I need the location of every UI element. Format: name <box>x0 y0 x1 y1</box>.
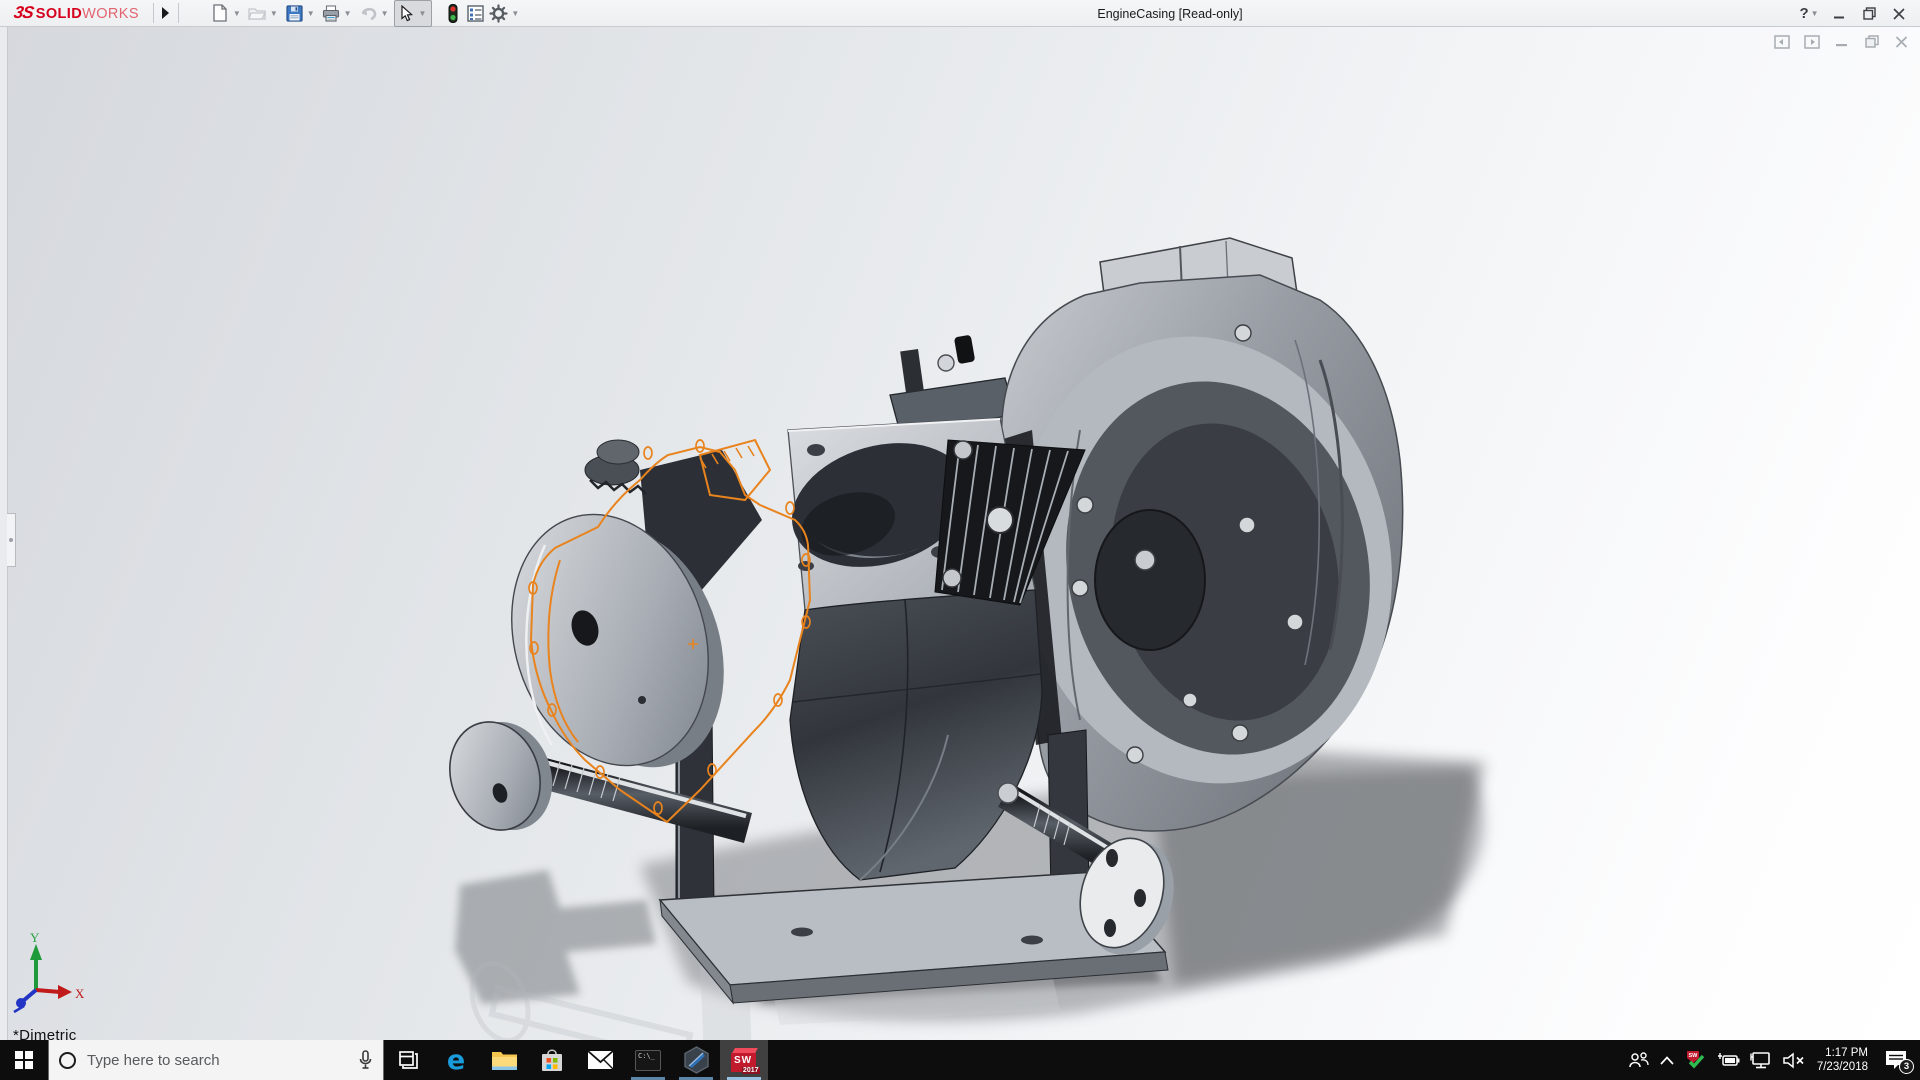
help-icon: ? <box>1799 5 1809 22</box>
hexagon-tool-icon <box>683 1046 709 1074</box>
command-prompt-icon: C:\_ <box>635 1049 661 1071</box>
dropdown-arrow-icon[interactable]: ▼ <box>419 9 427 18</box>
volume-muted-icon <box>1783 1051 1804 1069</box>
clock-time: 1:17 PM <box>1825 1047 1868 1059</box>
clock-date: 7/23/2018 <box>1816 1061 1868 1073</box>
cortana-icon <box>59 1051 76 1069</box>
notification-badge: 3 <box>1899 1059 1914 1074</box>
screen: 3S SOLID WORKS ▼ ▼ ▼ ▼ ▼ ▼ ▼ EngineCasin… <box>0 0 1920 1080</box>
restore-button[interactable] <box>1854 1 1884 27</box>
system-tray: SW 1:17 PM 7/23/2018 3 <box>1623 1040 1920 1080</box>
toolbar-separator <box>152 3 154 23</box>
print-icon <box>321 3 342 24</box>
minimize-button[interactable] <box>1824 1 1854 27</box>
restore-icon <box>1862 7 1876 20</box>
properties-list-icon <box>465 3 486 24</box>
people-button[interactable] <box>1623 1040 1655 1080</box>
help-button[interactable]: ? ▼ <box>1794 1 1824 27</box>
flyout-arrow-icon <box>162 7 170 19</box>
orientation-triad[interactable]: Y X <box>13 930 85 1014</box>
windows-logo-icon <box>15 1051 33 1069</box>
taskbar-search-box[interactable] <box>48 1040 384 1080</box>
dropdown-arrow-icon[interactable]: ▼ <box>344 9 352 18</box>
properties-button[interactable] <box>464 1 487 26</box>
new-document-icon <box>210 3 231 24</box>
document-title: EngineCasing [Read-only] <box>1097 6 1243 21</box>
solidworks-2017-button[interactable]: SW 2017 <box>720 1040 768 1080</box>
triad-y-label: Y <box>30 930 40 945</box>
dropdown-arrow-icon[interactable]: ▼ <box>270 9 278 18</box>
minimize-icon <box>1834 16 1844 18</box>
command-prompt-button[interactable]: C:\_ <box>624 1040 672 1080</box>
save-button[interactable]: ▼ <box>283 1 320 26</box>
power-button[interactable] <box>1711 1040 1745 1080</box>
undo-button[interactable]: ▼ <box>357 1 394 26</box>
power-battery-icon <box>1717 1053 1740 1066</box>
solidworks-logo-text-bold: SOLID <box>35 6 83 22</box>
hexagon-tool-button[interactable] <box>672 1040 720 1080</box>
edge-button[interactable]: e <box>432 1040 480 1080</box>
select-cursor-icon <box>396 3 417 24</box>
undo-icon <box>358 3 379 24</box>
title-bar: 3S SOLID WORKS ▼ ▼ ▼ ▼ ▼ ▼ ▼ EngineCasin… <box>0 0 1920 27</box>
graphics-viewport[interactable]: Y X *Dimetric <box>0 27 1920 1044</box>
solidworks-status-icon: SW <box>1686 1051 1705 1069</box>
print-button[interactable]: ▼ <box>320 1 357 26</box>
menu-flyout-arrow-button[interactable] <box>158 3 174 23</box>
file-explorer-icon <box>491 1052 517 1070</box>
chevron-up-icon <box>1660 1055 1674 1065</box>
dropdown-arrow-icon[interactable]: ▼ <box>233 9 241 18</box>
open-folder-icon <box>247 3 268 24</box>
sw-cube-year: 2017 <box>741 1067 760 1074</box>
windows-taskbar: e C:\_ SW 2017 <box>0 1040 1920 1080</box>
start-button[interactable] <box>0 1040 48 1080</box>
task-view-button[interactable] <box>384 1040 432 1080</box>
select-tool-button[interactable]: ▼ <box>393 0 433 27</box>
microphone-icon[interactable] <box>358 1050 373 1070</box>
solidworks-status-button[interactable]: SW <box>1679 1040 1711 1080</box>
quick-access-toolbar: ▼ ▼ ▼ ▼ ▼ ▼ ▼ <box>209 0 524 27</box>
edge-icon: e <box>446 1044 466 1076</box>
dropdown-arrow-icon[interactable]: ▼ <box>381 9 389 18</box>
solidworks-2017-icon: SW 2017 <box>730 1048 760 1074</box>
window-buttons: ? ▼ <box>1794 0 1914 27</box>
action-center-button[interactable]: 3 <box>1876 1040 1920 1080</box>
traffic-light-button[interactable] <box>441 1 464 26</box>
solidworks-logo-text-light: WORKS <box>82 6 139 22</box>
task-view-icon <box>399 1051 418 1069</box>
options-button[interactable]: ▼ <box>487 1 524 26</box>
solidworks-logo-mark: 3S <box>12 3 35 22</box>
triad-x-label: X <box>75 986 85 1001</box>
new-document-button[interactable]: ▼ <box>209 1 246 26</box>
store-button[interactable] <box>528 1040 576 1080</box>
dropdown-arrow-icon[interactable]: ▼ <box>511 9 519 18</box>
mail-button[interactable] <box>576 1040 624 1080</box>
svg-text:SW: SW <box>1688 1053 1698 1059</box>
network-icon <box>1750 1052 1770 1069</box>
dropdown-arrow-icon[interactable]: ▼ <box>1811 9 1819 18</box>
mail-icon <box>586 1050 614 1070</box>
options-gear-icon <box>488 3 509 24</box>
hidden-icons-button[interactable] <box>1655 1040 1679 1080</box>
network-button[interactable] <box>1745 1040 1777 1080</box>
toolbar-separator <box>177 3 179 23</box>
traffic-light-icon <box>442 3 463 24</box>
dropdown-arrow-icon[interactable]: ▼ <box>307 9 315 18</box>
store-icon <box>542 1048 562 1071</box>
search-input[interactable] <box>87 1051 358 1069</box>
fan-housing[interactable] <box>977 274 1432 832</box>
solidworks-logo: 3S SOLID WORKS <box>0 3 149 23</box>
taskbar-clock[interactable]: 1:17 PM 7/23/2018 <box>1811 1040 1876 1080</box>
engine-casing-model[interactable]: Y X <box>0 27 1920 1040</box>
save-floppy-icon <box>284 3 305 24</box>
people-icon <box>1629 1052 1649 1068</box>
file-explorer-button[interactable] <box>480 1040 528 1080</box>
volume-button[interactable] <box>1777 1040 1811 1080</box>
close-icon <box>1893 7 1905 20</box>
open-document-button[interactable]: ▼ <box>246 1 283 26</box>
close-button[interactable] <box>1884 1 1914 27</box>
